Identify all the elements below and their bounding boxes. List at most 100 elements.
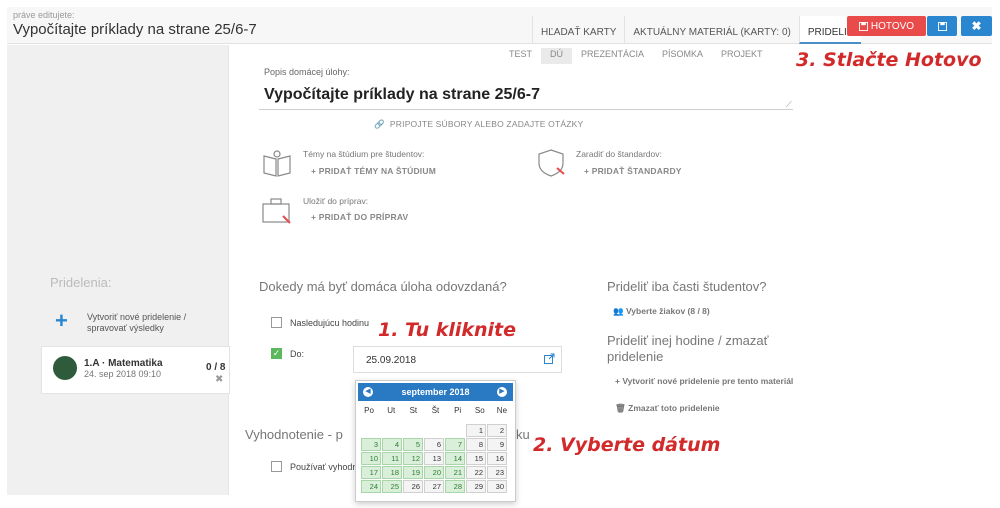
done-label: HOTOVO	[870, 20, 915, 32]
calendar-day[interactable]: 23	[487, 466, 507, 479]
calendar-day[interactable]: 22	[466, 466, 486, 479]
resize-handle-icon[interactable]: ⟋	[786, 100, 792, 110]
save-icon	[937, 21, 947, 31]
weekday-label: Št	[431, 406, 440, 415]
calendar-day[interactable]: 9	[487, 438, 507, 451]
calendar-day[interactable]: 26	[403, 480, 423, 493]
calendar-day[interactable]: 4	[382, 438, 402, 451]
calendar-day[interactable]: 8	[466, 438, 486, 451]
tab-homework[interactable]: DÚ	[541, 48, 573, 64]
calendar-month: september 2018	[401, 387, 470, 397]
calendar-day[interactable]: 6	[424, 438, 444, 451]
create-new-assignment-link[interactable]: + Vytvoriť nové pridelenie pre tento mat…	[615, 376, 795, 386]
calendar-day[interactable]: 30	[487, 480, 507, 493]
calendar-day[interactable]: 5	[403, 438, 423, 451]
select-students-link[interactable]: 👥 Vyberte žiakov (8 / 8)	[613, 306, 710, 316]
partial-students-heading: Prideliť iba časti študentov?	[607, 279, 767, 294]
attach-files-label: PRIPOJTE SÚBORY ALEBO ZADAJTE OTÁZKY	[389, 119, 584, 129]
weekday-label: St	[409, 406, 418, 415]
use-evaluation-label: Používať vyhodno	[290, 462, 363, 472]
annotation-step-2: 2. Vyberte dátum	[533, 434, 721, 456]
calendar-day[interactable]: 28	[445, 480, 465, 493]
calendar-day[interactable]: 2	[487, 424, 507, 437]
calendar-day[interactable]: 3	[361, 438, 381, 451]
editing-label: práve editujete:	[13, 10, 75, 20]
submission-count: 0 / 8	[206, 362, 226, 373]
standards-label: Zaradiť do štandardov:	[576, 149, 662, 159]
homework-title-input[interactable]: Vypočítajte príklady na strane 25/6-7	[264, 86, 540, 104]
description-label: Popis domácej úlohy:	[264, 67, 350, 77]
app-frame: práve editujete: Vypočítajte príklady na…	[0, 0, 1000, 508]
next-lesson-checkbox[interactable]	[271, 317, 282, 328]
class-name: 1.A · Matematika	[84, 358, 163, 369]
tab-presentation[interactable]: PREZENTÁCIA	[572, 48, 653, 64]
use-evaluation-checkbox[interactable]	[271, 461, 282, 472]
weekday-label: Ne	[496, 406, 508, 415]
until-label: Do:	[290, 349, 305, 359]
weekday-row: Po Ut St Št Pi So Ne	[358, 406, 513, 415]
calendar-day[interactable]: 20	[424, 466, 444, 479]
tab-search-cards[interactable]: HĽADAŤ KARTY	[532, 16, 624, 44]
calendar-day[interactable]: 10	[361, 452, 381, 465]
new-assignment-link[interactable]: + Vytvoriť nové pridelenie / spravovať v…	[55, 310, 207, 334]
weekday-label: Po	[364, 406, 374, 415]
external-edit-icon[interactable]	[544, 353, 555, 364]
remove-icon[interactable]: ✖	[215, 374, 223, 385]
calendar-day[interactable]: 15	[466, 452, 486, 465]
select-students-label: Vyberte žiakov (8 / 8)	[625, 306, 710, 316]
new-assignment-label: Vytvoriť nové pridelenie / spravovať výs…	[87, 312, 187, 333]
calendar-day[interactable]: 25	[382, 480, 402, 493]
calendar-day[interactable]: 19	[403, 466, 423, 479]
add-standards-button[interactable]: + PRIDAŤ ŠTANDARDY	[584, 166, 682, 176]
top-nav: HĽADAŤ KARTY AKTUÁLNY MATERIÁL (KARTY: 0…	[532, 16, 861, 44]
calendar-day[interactable]: 18	[382, 466, 402, 479]
calendar-empty-cell	[361, 424, 381, 437]
next-month-icon[interactable]: ▶	[497, 387, 507, 397]
calendar-header: september 2018	[358, 383, 513, 401]
close-icon: ✖	[971, 19, 982, 33]
calendar-day[interactable]: 11	[382, 452, 402, 465]
deadline-heading: Dokedy má byť domáca úloha odovzdaná?	[259, 279, 507, 294]
sidebar: Pridelenia: + Vytvoriť nové pridelenie /…	[7, 45, 230, 495]
calendar-day[interactable]: 21	[445, 466, 465, 479]
class-assignment-card[interactable]: 1.A · Matematika 24. sep 2018 09:10 0 / …	[41, 346, 230, 394]
calendar-empty-cell	[445, 424, 465, 437]
topics-label: Témy na štúdium pre študentov:	[303, 149, 425, 159]
prev-month-icon[interactable]: ◀	[363, 387, 373, 397]
delete-assignment-label: Zmazať toto pridelenie	[628, 403, 720, 413]
paperclip-icon: 🔗	[374, 119, 390, 129]
calendar-day[interactable]: 24	[361, 480, 381, 493]
calendar-day[interactable]: 29	[466, 480, 486, 493]
save-button[interactable]	[927, 16, 957, 36]
calendar-day[interactable]: 17	[361, 466, 381, 479]
add-topics-button[interactable]: + PRIDAŤ TÉMY NA ŠTÚDIUM	[311, 166, 436, 176]
avatar	[53, 356, 77, 380]
tab-test[interactable]: TEST	[500, 48, 541, 64]
date-picker: september 2018 ◀ ▶ Po Ut St Št Pi So Ne 123456…	[355, 380, 516, 502]
calendar-day[interactable]: 27	[424, 480, 444, 493]
delete-assignment-link[interactable]: 🗑 Zmazať toto pridelenie	[615, 403, 720, 413]
class-date: 24. sep 2018 09:10	[84, 369, 162, 379]
until-checkbox[interactable]: ✓	[271, 348, 282, 359]
shield-icon	[538, 149, 565, 177]
calendar-day[interactable]: 16	[487, 452, 507, 465]
weekday-label: Ut	[387, 406, 396, 415]
annotation-step-1: 1. Tu kliknite	[378, 319, 517, 341]
header-bar: práve editujete: Vypočítajte príklady na…	[7, 7, 992, 44]
calendar-day[interactable]: 12	[403, 452, 423, 465]
calendar-day[interactable]: 13	[424, 452, 444, 465]
due-date-input[interactable]: 25.09.2018	[353, 346, 562, 373]
tab-current-material[interactable]: AKTUÁLNY MATERIÁL (KARTY: 0)	[624, 16, 798, 44]
tab-written-test[interactable]: PÍSOMKA	[653, 48, 712, 64]
calendar-day[interactable]: 7	[445, 438, 465, 451]
users-icon: 👥	[613, 306, 626, 316]
tab-project[interactable]: PROJEKT	[712, 48, 772, 64]
attach-files-link[interactable]: 🔗 PRIPOJTE SÚBORY ALEBO ZADAJTE OTÁZKY	[374, 119, 583, 130]
close-button[interactable]: ✖	[961, 16, 992, 36]
done-button[interactable]: HOTOVO	[847, 16, 926, 36]
calendar-day[interactable]: 14	[445, 452, 465, 465]
add-to-preparation-button[interactable]: + PRIDAŤ DO PRÍPRAV	[311, 212, 408, 222]
calendar-day[interactable]: 1	[466, 424, 486, 437]
evaluation-heading-tail: ku	[516, 427, 530, 442]
weekday-label: So	[474, 406, 485, 415]
